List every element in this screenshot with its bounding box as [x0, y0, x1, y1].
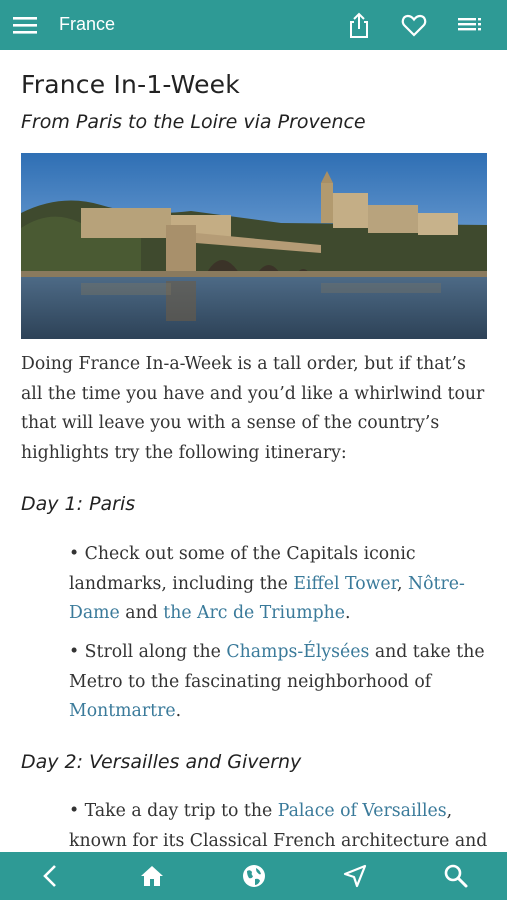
article-intro: Doing France In-a-Week is a tall order, …: [21, 354, 485, 463]
day-1-heading: Day 1: Paris: [21, 493, 136, 515]
link-palace-of-versailles[interactable]: Palace of Versailles: [278, 801, 447, 821]
app-bar-title: France: [59, 14, 116, 34]
article-title: France In-1-Week: [21, 70, 240, 99]
bullet-text: and: [119, 603, 164, 623]
globe-icon[interactable]: [240, 862, 268, 890]
day-2-bullet-1: • Take a day trip to the Palace of Versa…: [69, 797, 489, 852]
share-icon[interactable]: [345, 11, 373, 39]
home-icon[interactable]: [138, 862, 166, 890]
bottom-nav-bar: [0, 852, 507, 900]
bullet-text: .: [175, 701, 182, 721]
bullet-text: .: [345, 603, 351, 623]
bullet-text: • Stroll along the: [69, 642, 227, 662]
link-montmartre[interactable]: Montmartre: [69, 701, 176, 721]
navigation-icon[interactable]: [341, 862, 369, 890]
article-content[interactable]: France In-1-Week From Paris to the Loire…: [0, 50, 507, 852]
day-2-heading: Day 2: Versailles and Giverny: [21, 751, 302, 773]
day-1-bullet-2: • Stroll along the Champs-Élysées and ta…: [69, 638, 489, 727]
bullet-text: ,: [397, 573, 409, 594]
top-app-bar: France: [0, 0, 507, 50]
link-arc-de-triumphe[interactable]: the Arc de Triumphe: [163, 603, 345, 623]
link-eiffel-tower[interactable]: Eiffel Tower: [293, 574, 397, 594]
link-champs-elysees[interactable]: Champs-Élysées: [226, 642, 369, 662]
menu-icon[interactable]: [12, 13, 38, 37]
search-icon[interactable]: [442, 862, 470, 890]
back-icon[interactable]: [37, 862, 65, 890]
list-icon[interactable]: [456, 11, 484, 39]
day-1-bullet-1: • Check out some of the Capitals iconic …: [69, 540, 489, 629]
hero-image: [21, 153, 487, 339]
article-subtitle: From Paris to the Loire via Provence: [21, 111, 366, 133]
bullet-text: • Take a day trip to the: [69, 801, 278, 821]
heart-icon[interactable]: [400, 11, 428, 39]
